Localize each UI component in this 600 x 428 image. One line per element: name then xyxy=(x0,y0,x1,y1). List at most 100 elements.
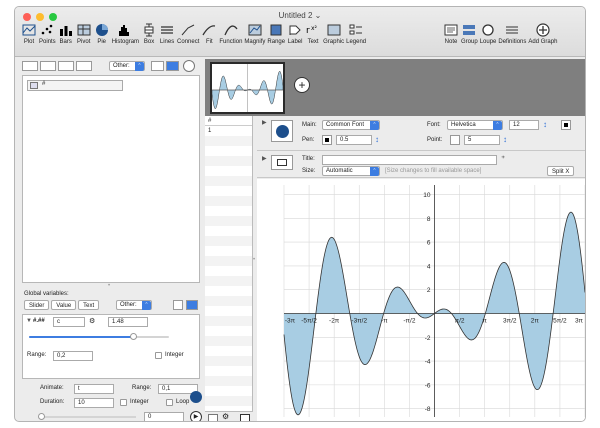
global-grid-icon[interactable] xyxy=(186,300,198,310)
view-1-icon[interactable] xyxy=(22,61,38,71)
graphic-icon xyxy=(327,24,341,36)
toolbar-points-button[interactable]: Points xyxy=(39,23,56,45)
toolbar-bars-button[interactable]: Bars xyxy=(58,23,74,45)
y-tick-label: -2 xyxy=(425,335,431,342)
data-stripe xyxy=(205,386,252,396)
view-fx-icon[interactable] xyxy=(58,61,74,71)
range-field[interactable]: 0,2 xyxy=(53,351,93,361)
align-icon[interactable] xyxy=(173,300,183,310)
pen-width-field[interactable]: 0.5 xyxy=(336,135,372,145)
toolbar-fit-button[interactable]: Fit xyxy=(201,23,217,45)
view-fraction-icon[interactable] xyxy=(76,61,92,71)
splitter-dot-icon[interactable]: • xyxy=(253,257,255,263)
variable-slider-track[interactable] xyxy=(29,333,169,340)
toolbar-function-button[interactable]: Function xyxy=(219,23,242,45)
gear-icon[interactable]: ⚙ xyxy=(222,412,229,421)
list-view-icon[interactable] xyxy=(151,61,164,71)
point-color-well[interactable] xyxy=(450,135,460,145)
toolbar-histogram-button[interactable]: Histogram xyxy=(112,23,139,45)
font-size-stepper-icon[interactable]: ↕ xyxy=(543,120,547,129)
toolbar-label: Label xyxy=(287,39,303,45)
slider-button[interactable]: Slider xyxy=(24,300,50,310)
toolbar-legend-button[interactable]: Legend xyxy=(346,23,366,45)
animate-integer-checkbox[interactable] xyxy=(120,399,127,406)
variable-slider-fill xyxy=(29,336,133,338)
size-popup[interactable]: Automatic ⌃ xyxy=(322,166,380,176)
duration-field[interactable]: 10 xyxy=(74,398,114,408)
variable-settings-icon[interactable]: ⚙ xyxy=(89,317,95,325)
play-icon[interactable]: ▶ xyxy=(190,411,202,421)
loupe-button-icon[interactable] xyxy=(190,391,202,403)
toolbar-graphic-button[interactable]: Graphic xyxy=(323,23,344,45)
data-stripe xyxy=(205,186,252,196)
toolbar-label: Definitions xyxy=(498,39,527,45)
text-button[interactable]: Text xyxy=(78,300,100,310)
list-icon[interactable] xyxy=(208,414,218,421)
toolbar-pivot-button[interactable]: Pivot xyxy=(76,23,92,45)
data-stripe xyxy=(205,356,252,366)
pen-color-well[interactable] xyxy=(322,135,332,145)
data-stripe xyxy=(205,226,252,236)
speaker-icon[interactable] xyxy=(183,60,195,72)
font-size-field[interactable]: 12 xyxy=(509,120,539,130)
toolbar-label: Range xyxy=(267,39,286,45)
variable-slider-knob[interactable] xyxy=(129,333,137,340)
variable-name-field[interactable]: c xyxy=(53,317,85,327)
title-disclosure-icon[interactable]: ▶ xyxy=(262,155,267,162)
point-stepper-icon[interactable]: ↕ xyxy=(503,135,507,144)
expression-row[interactable]: # xyxy=(27,80,123,91)
toolbar-text-button[interactable]: r x² Text xyxy=(305,23,321,45)
data-row[interactable]: 1 xyxy=(205,126,252,136)
definitions-icon xyxy=(506,26,519,34)
toolbar-label-button[interactable]: Label xyxy=(287,23,303,45)
variable-type[interactable]: #.## xyxy=(33,318,45,324)
legend-icon xyxy=(349,24,363,35)
font-popup[interactable]: Helvetica ⌃ xyxy=(447,120,503,130)
y-tick-label: 10 xyxy=(423,192,431,199)
graph-size-preview[interactable] xyxy=(271,155,293,170)
title-chevron-icon[interactable]: ⌄ xyxy=(315,11,322,20)
type-popup[interactable]: Other: ⌃ xyxy=(109,61,145,71)
main-popup[interactable]: Common Font ⌃ xyxy=(322,120,380,130)
value-button[interactable]: Value xyxy=(51,300,77,310)
toolbar-connect-button[interactable]: Connect xyxy=(177,23,199,45)
style-disclosure-icon[interactable]: ▶ xyxy=(262,119,267,126)
graph-title-field[interactable] xyxy=(322,155,497,165)
graph-thumbnail[interactable] xyxy=(210,62,285,114)
toolbar-loupe-button[interactable]: Loupe xyxy=(480,23,496,45)
toolbar-lines-button[interactable]: Lines xyxy=(159,23,175,45)
loop-checkbox[interactable] xyxy=(166,399,173,406)
splitter-dot-icon[interactable]: • xyxy=(108,283,110,289)
toolbar-note-button[interactable]: Note xyxy=(443,23,459,45)
global-type-popup[interactable]: Other: ⌃ xyxy=(116,300,152,310)
title-style-icon[interactable]: ⁺ xyxy=(501,154,505,163)
toolbar-pie-button[interactable]: Pie xyxy=(94,23,110,45)
duration-label: Duration: xyxy=(40,399,65,405)
toolbar-magnify-button[interactable]: Magnify xyxy=(244,23,265,45)
toolbar-range-button[interactable]: Range xyxy=(267,23,285,45)
view-2-icon[interactable] xyxy=(40,61,56,71)
add-graph-thumb-icon[interactable]: + xyxy=(294,77,310,93)
toolbar-box-button[interactable]: Box xyxy=(141,23,157,45)
data-stripe xyxy=(205,336,252,346)
animation-position-field[interactable]: 0 xyxy=(144,412,184,421)
animation-slider[interactable] xyxy=(38,413,136,420)
grid-view-icon[interactable] xyxy=(166,61,179,71)
point-size-field[interactable]: 5 xyxy=(464,135,500,145)
disclosure-icon[interactable]: ▼ xyxy=(26,318,32,324)
resize-icon[interactable] xyxy=(240,414,250,421)
animate-field[interactable]: t xyxy=(74,384,114,394)
toolbar-definitions-button[interactable]: Definitions xyxy=(498,23,526,45)
toolbar-group-button[interactable]: Group xyxy=(461,23,478,45)
variable-value-field[interactable]: 1.48 xyxy=(108,317,148,327)
animation-slider-knob[interactable] xyxy=(38,413,45,420)
toolbar-add-graph-button[interactable]: Add Graph xyxy=(528,23,557,45)
toolbar-plot-button[interactable]: Plot xyxy=(21,23,37,45)
main-label: Main: xyxy=(302,122,317,128)
integer-checkbox[interactable] xyxy=(155,352,162,359)
toolbar-left: Plot Points Bars Pivot Pie Histogram Box Lines C… xyxy=(21,23,368,45)
style-preview[interactable] xyxy=(271,120,293,142)
split-x-button[interactable]: Split X xyxy=(547,166,575,176)
font-color-well[interactable] xyxy=(561,120,571,130)
pen-stepper-icon[interactable]: ↕ xyxy=(375,135,379,144)
